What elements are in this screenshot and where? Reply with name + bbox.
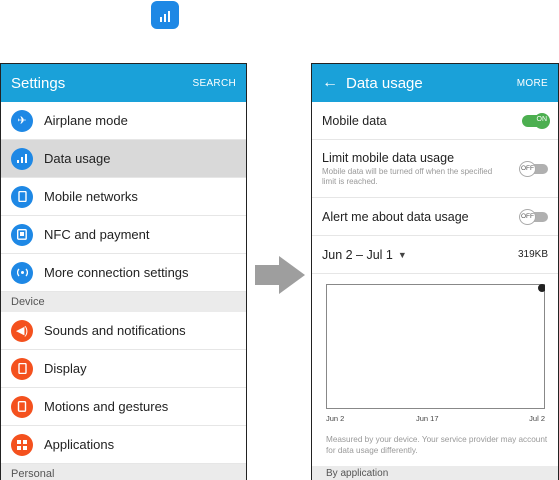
more-button[interactable]: MORE (517, 78, 548, 89)
settings-item-airplane-mode[interactable]: ✈ Airplane mode (1, 102, 246, 140)
settings-item-label: Airplane mode (44, 113, 128, 128)
data-usage-app-icon (151, 1, 179, 29)
alert-data-row[interactable]: Alert me about data usage OFF (312, 198, 558, 236)
data-usage-screen: ← Data usage MORE Mobile data ON Limit m… (311, 63, 559, 480)
section-header-device: Device (1, 292, 246, 312)
section-header-personal: Personal (1, 464, 246, 480)
settings-item-label: Applications (44, 437, 115, 452)
settings-item-display[interactable]: Display (1, 350, 246, 388)
airplane-icon: ✈ (11, 109, 33, 132)
alert-data-label: Alert me about data usage (322, 209, 469, 224)
settings-item-label: Mobile networks (44, 189, 138, 204)
applications-icon (11, 433, 33, 456)
settings-item-sounds[interactable]: ◀) Sounds and notifications (1, 312, 246, 350)
back-arrow-icon[interactable]: ← (322, 74, 338, 92)
period-row[interactable]: Jun 2 – Jul 1 ▼ 319KB (312, 236, 558, 274)
search-button[interactable]: SEARCH (193, 78, 236, 89)
sound-icon: ◀) (11, 319, 33, 342)
connection-icon (11, 261, 33, 284)
mobile-data-toggle[interactable]: ON (522, 112, 550, 129)
chart-label-end: Jul 2 (529, 414, 545, 423)
nfc-icon (11, 223, 33, 246)
settings-item-nfc[interactable]: NFC and payment (1, 216, 246, 254)
mobile-data-label: Mobile data (322, 113, 387, 128)
chart-label-mid: Jun 17 (416, 414, 439, 423)
limit-data-toggle[interactable]: OFF (519, 160, 548, 177)
usage-chart-endpoint (538, 284, 545, 292)
settings-screen: Settings SEARCH ✈ Airplane mode Data usa… (0, 63, 247, 480)
settings-item-applications[interactable]: Applications (1, 426, 246, 464)
display-icon (11, 357, 33, 380)
measurement-note: Measured by your device. Your service pr… (326, 435, 548, 455)
section-header-by-application: By application (312, 466, 558, 480)
period-amount: 319KB (517, 249, 548, 260)
settings-item-mobile-networks[interactable]: Mobile networks (1, 178, 246, 216)
settings-item-label: Motions and gestures (44, 399, 169, 414)
settings-item-label: Display (44, 361, 87, 376)
motion-icon (11, 395, 33, 418)
data-usage-title: Data usage (346, 74, 423, 92)
toggle-state: OFF (521, 213, 534, 220)
limit-data-description: Mobile data will be turned off when the … (322, 166, 493, 186)
limit-data-row[interactable]: Limit mobile data usage Mobile data will… (312, 140, 558, 198)
data-usage-icon (11, 147, 33, 170)
settings-item-label: Sounds and notifications (44, 323, 186, 338)
dropdown-arrow-icon[interactable]: ▼ (398, 250, 518, 260)
limit-data-label: Limit mobile data usage (322, 150, 455, 165)
chart-label-start: Jun 2 (326, 414, 345, 423)
settings-item-data-usage[interactable]: Data usage (1, 140, 246, 178)
settings-item-more-connection[interactable]: More connection settings (1, 254, 246, 292)
toggle-state: ON (536, 115, 548, 123)
alert-data-toggle[interactable]: OFF (519, 208, 548, 225)
toggle-state: OFF (521, 165, 534, 172)
mobile-networks-icon (11, 185, 33, 208)
mobile-data-row[interactable]: Mobile data ON (312, 102, 558, 140)
settings-item-label: Data usage (44, 151, 111, 166)
usage-chart (326, 284, 545, 409)
settings-item-label: NFC and payment (44, 227, 150, 242)
settings-app-bar: Settings SEARCH (1, 64, 246, 102)
settings-item-label: More connection settings (44, 265, 189, 280)
settings-item-motions[interactable]: Motions and gestures (1, 388, 246, 426)
data-usage-app-bar: ← Data usage MORE (312, 64, 558, 102)
settings-title: Settings (11, 74, 66, 92)
arrow-right-icon (255, 256, 305, 294)
period-selector[interactable]: Jun 2 – Jul 1 (322, 248, 393, 262)
